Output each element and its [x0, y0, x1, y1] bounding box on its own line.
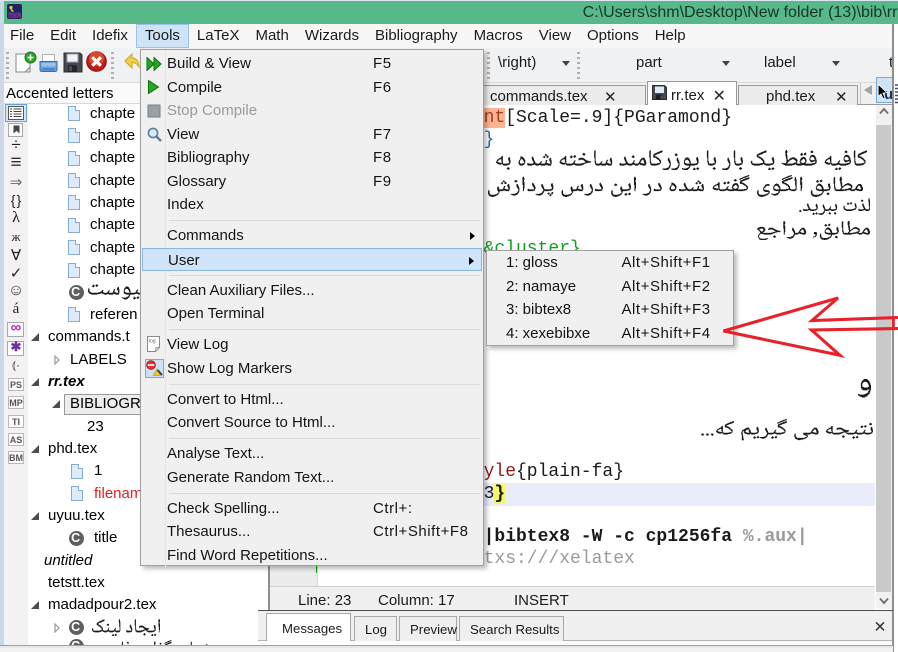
svg-text:log: log — [149, 338, 156, 344]
svg-text:TEX: TEX — [9, 12, 22, 19]
